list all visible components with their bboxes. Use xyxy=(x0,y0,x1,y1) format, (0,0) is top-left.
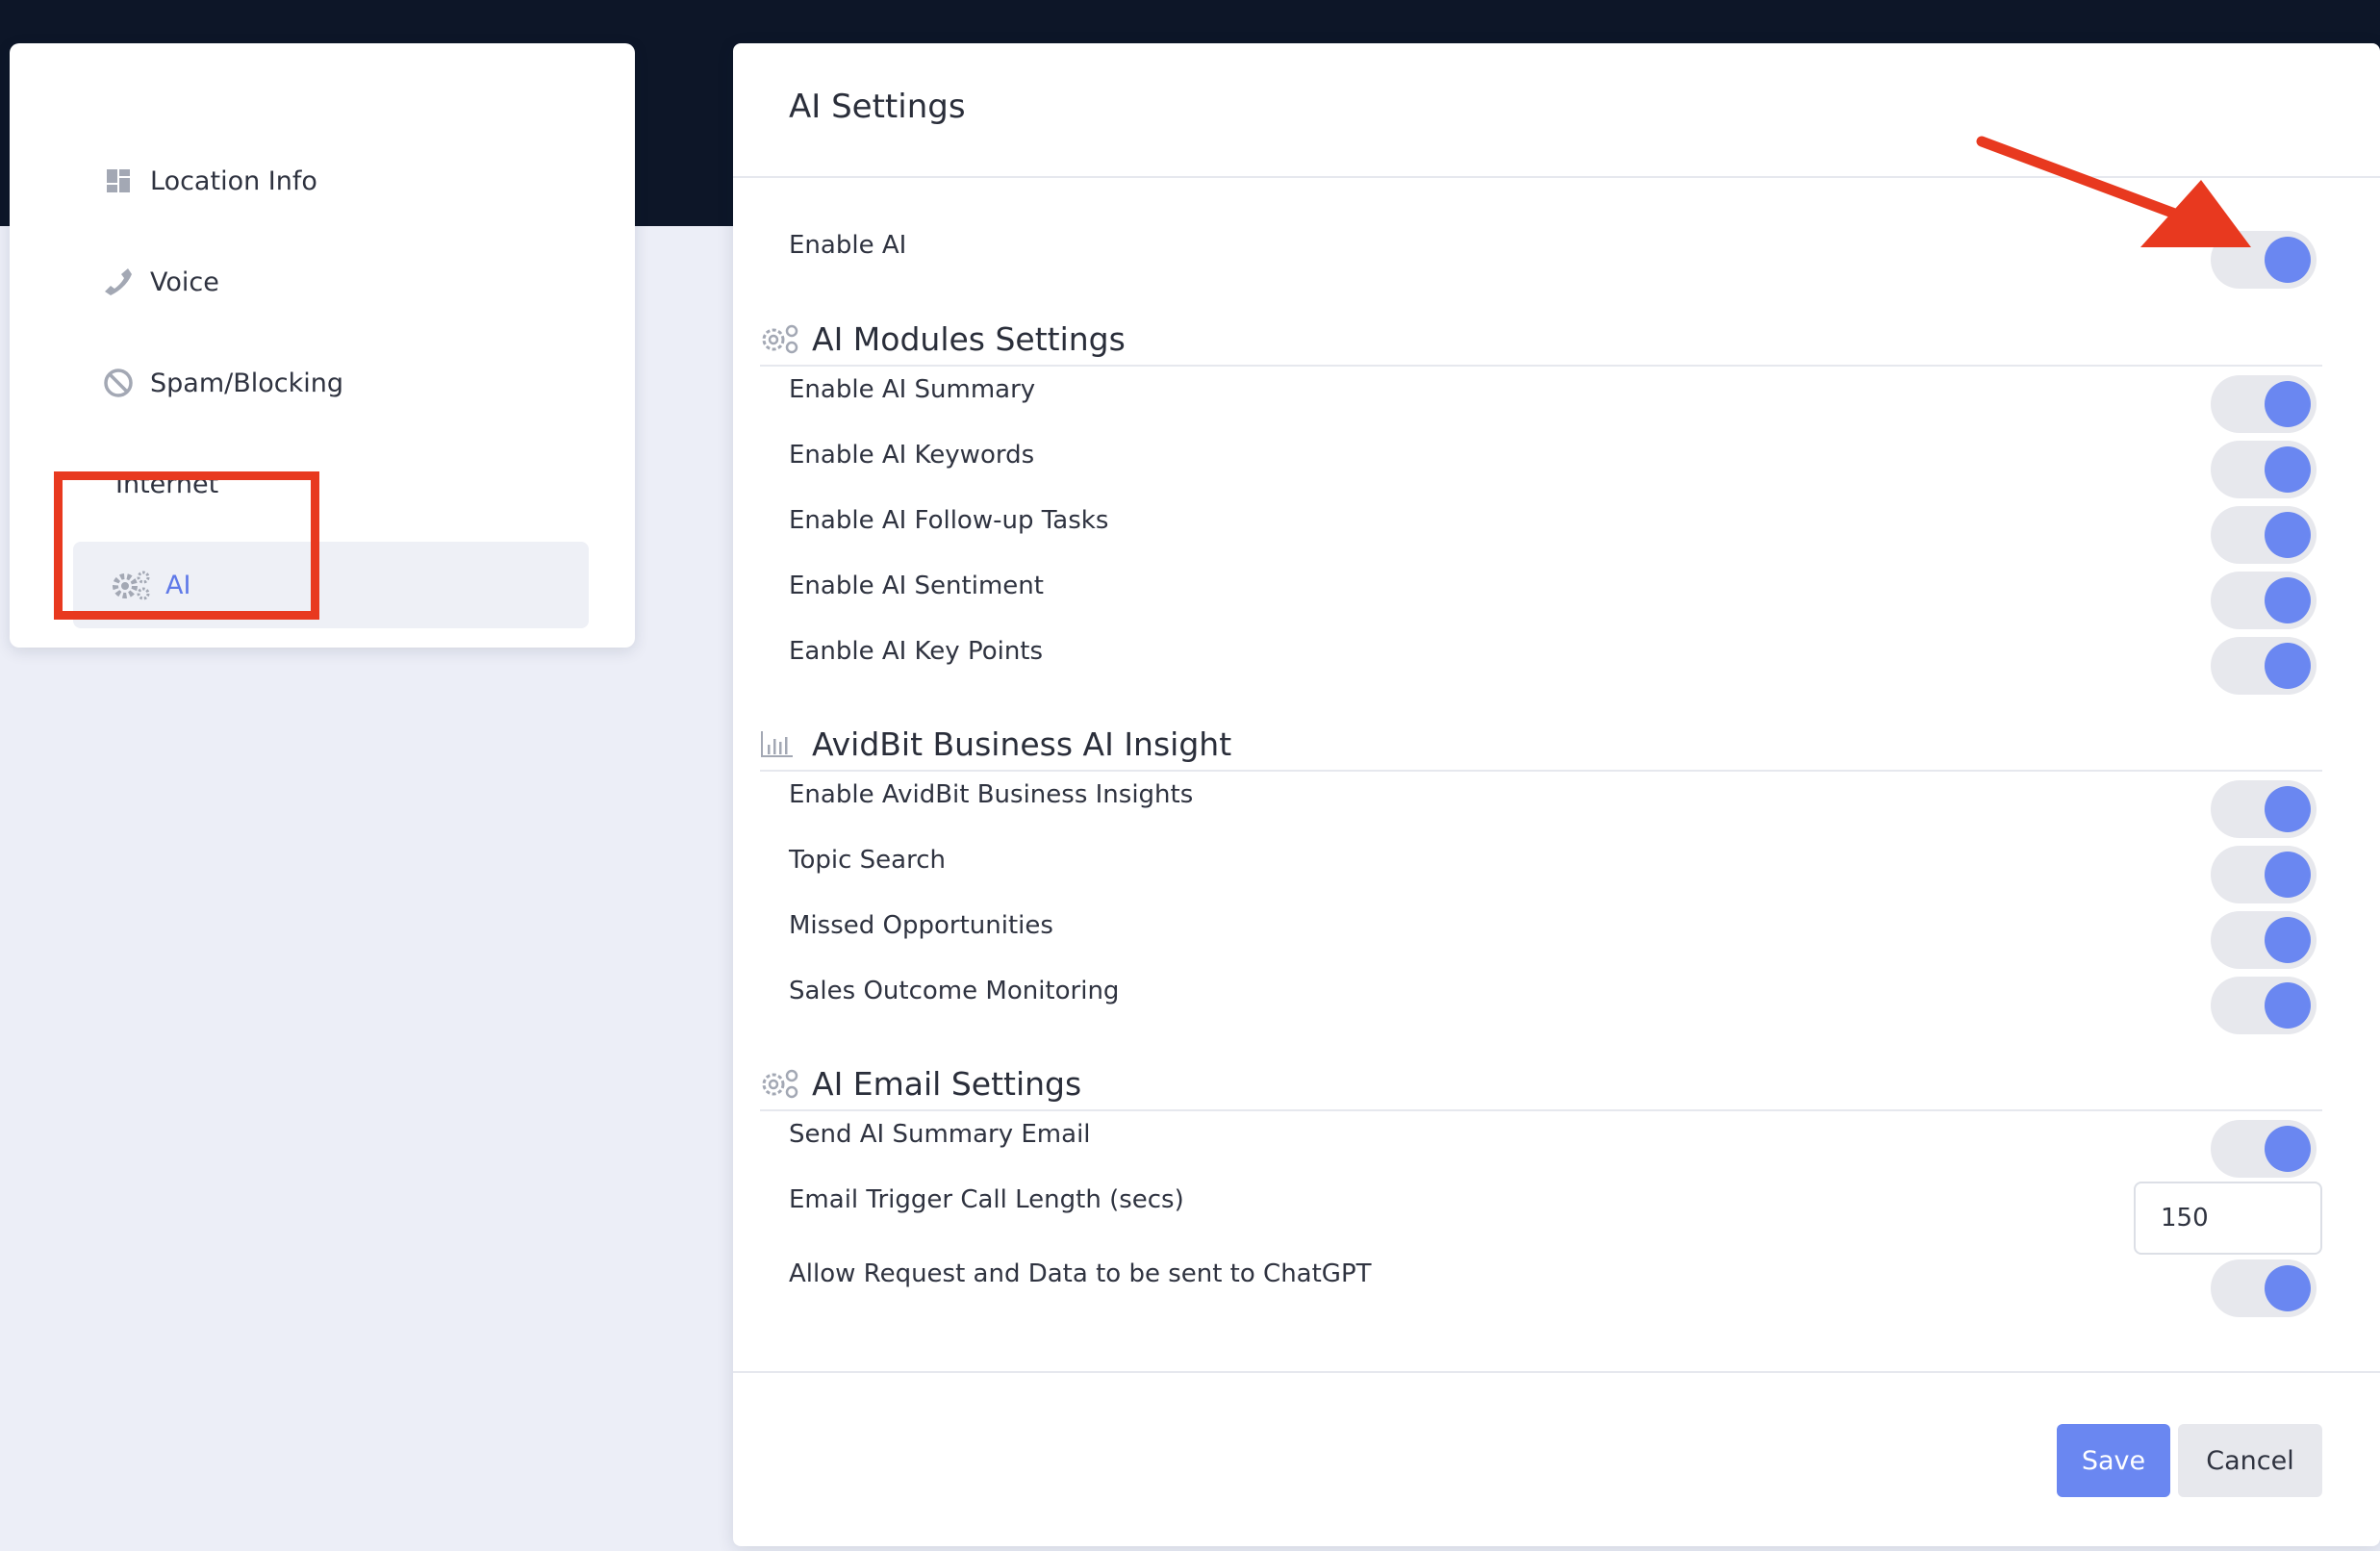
enable-business-insights-toggle[interactable] xyxy=(2211,780,2317,838)
phone-icon xyxy=(102,266,135,298)
sidebar-item-voice[interactable]: Voice xyxy=(102,253,679,311)
sidebar-item-location-info[interactable]: Location Info xyxy=(102,152,679,210)
setting-label: Topic Search xyxy=(789,846,946,875)
toggle-knob xyxy=(2265,446,2311,493)
email-trigger-call-length-input[interactable] xyxy=(2134,1182,2322,1255)
setting-label: Enable AI xyxy=(789,231,907,260)
toggle-knob xyxy=(2265,381,2311,427)
setting-label: Email Trigger Call Length (secs) xyxy=(789,1185,1184,1214)
sales-outcome-monitoring-toggle[interactable] xyxy=(2211,977,2317,1034)
divider xyxy=(733,1371,2380,1373)
save-button[interactable]: Save xyxy=(2057,1424,2170,1497)
toggle-knob xyxy=(2265,982,2311,1029)
enable-ai-key-points-toggle[interactable] xyxy=(2211,637,2317,695)
setting-label: Send AI Summary Email xyxy=(789,1120,1091,1149)
topic-search-toggle[interactable] xyxy=(2211,846,2317,903)
section-heading: AI Modules Settings xyxy=(760,313,2322,367)
annotation-arrow-icon xyxy=(1976,136,2251,247)
section-title: AvidBit Business AI Insight xyxy=(812,725,1232,763)
grid-icon xyxy=(102,165,135,197)
toggle-knob xyxy=(2265,1265,2311,1311)
setting-label: Enable AI Follow-up Tasks xyxy=(789,506,1109,535)
page-title: AI Settings xyxy=(789,88,966,126)
section-heading: AI Email Settings xyxy=(760,1057,2322,1111)
sidebar-item-spam-blocking[interactable]: Spam/Blocking xyxy=(102,354,679,412)
setting-label: Enable AI Summary xyxy=(789,375,1036,404)
cancel-button[interactable]: Cancel xyxy=(2178,1424,2322,1497)
section-title: AI Modules Settings xyxy=(812,319,1126,358)
toggle-knob xyxy=(2265,852,2311,898)
gears-icon xyxy=(760,319,804,358)
gears-icon xyxy=(760,1064,804,1103)
annotation-highlight-box xyxy=(54,471,319,620)
block-icon xyxy=(102,367,135,399)
toggle-knob xyxy=(2265,512,2311,558)
setting-label: Allow Request and Data to be sent to Cha… xyxy=(789,1259,1372,1288)
section-title: AI Email Settings xyxy=(812,1064,1082,1103)
setting-label: Enable AvidBit Business Insights xyxy=(789,780,1194,809)
ai-settings-panel: AI Settings Enable AI AI Modules Setting… xyxy=(733,43,2380,1546)
sidebar-item-label: Spam/Blocking xyxy=(150,368,343,398)
enable-ai-follow-up-tasks-toggle[interactable] xyxy=(2211,506,2317,564)
setting-label: Enable AI Keywords xyxy=(789,441,1035,470)
send-ai-summary-email-toggle[interactable] xyxy=(2211,1120,2317,1178)
toggle-knob xyxy=(2265,786,2311,832)
setting-label: Sales Outcome Monitoring xyxy=(789,977,1120,1005)
setting-label: Missed Opportunities xyxy=(789,911,1053,940)
toggle-knob xyxy=(2265,643,2311,689)
toggle-knob xyxy=(2265,577,2311,623)
sidebar-item-label: Voice xyxy=(150,267,219,297)
enable-ai-keywords-toggle[interactable] xyxy=(2211,441,2317,498)
setting-label: Eanble AI Key Points xyxy=(789,637,1044,666)
missed-opportunities-toggle[interactable] xyxy=(2211,911,2317,969)
bar-chart-icon xyxy=(760,725,804,763)
allow-chatgpt-toggle[interactable] xyxy=(2211,1259,2317,1317)
section-heading: AvidBit Business AI Insight xyxy=(760,718,2322,772)
toggle-knob xyxy=(2265,917,2311,963)
sidebar-item-label: Location Info xyxy=(150,165,317,196)
enable-ai-sentiment-toggle[interactable] xyxy=(2211,572,2317,629)
enable-ai-summary-toggle[interactable] xyxy=(2211,375,2317,433)
toggle-knob xyxy=(2265,1126,2311,1172)
setting-label: Enable AI Sentiment xyxy=(789,572,1044,600)
